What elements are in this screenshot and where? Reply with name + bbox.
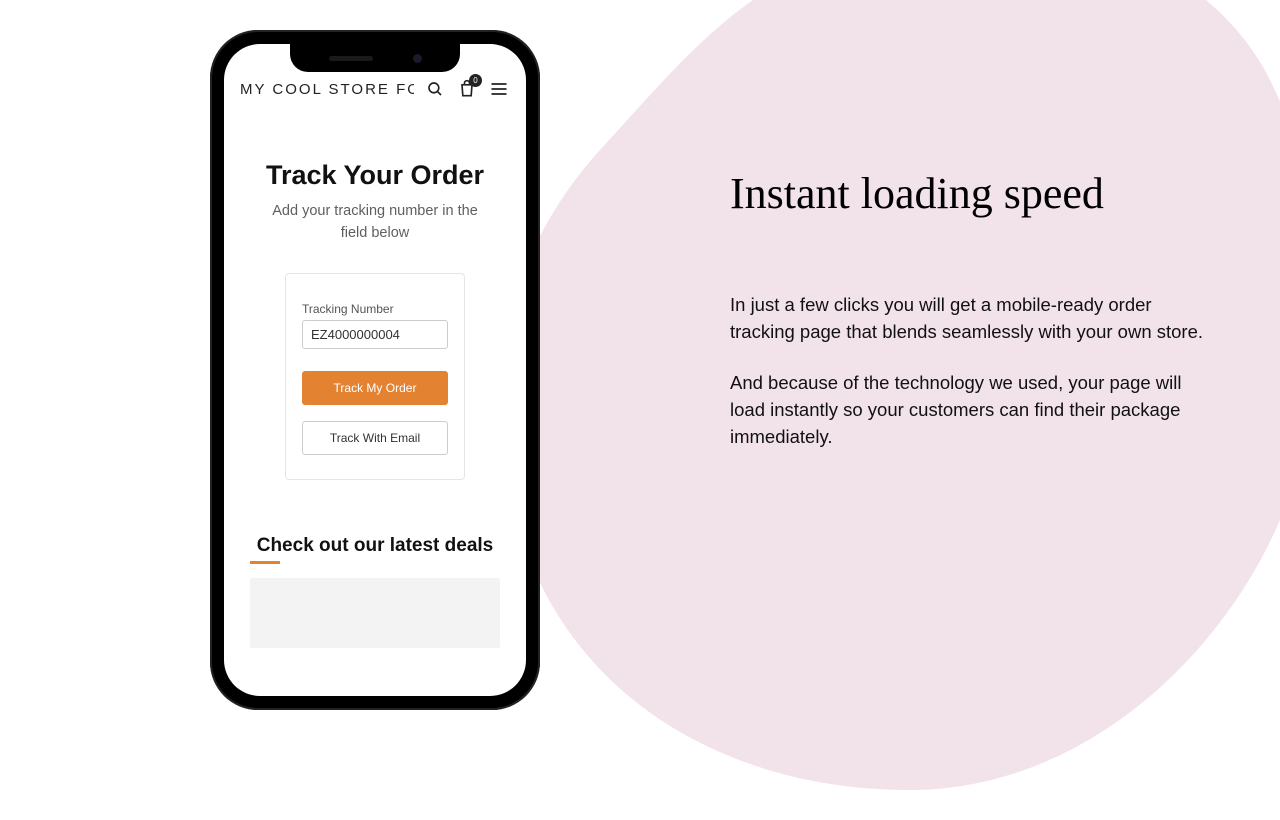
track-with-email-button[interactable]: Track With Email <box>302 421 448 455</box>
phone-mockup: MY COOL STORE FOR 0 Track Your Order Add… <box>210 30 540 710</box>
latest-deals-heading: Check out our latest deals <box>224 534 526 558</box>
marketing-paragraph-1: In just a few clicks you will get a mobi… <box>730 292 1210 346</box>
track-order-subtitle: Add your tracking number in the field be… <box>224 201 526 245</box>
search-icon[interactable] <box>424 78 446 100</box>
hamburger-menu-icon[interactable] <box>488 78 510 100</box>
marketing-copy: Instant loading speed In just a few clic… <box>730 170 1210 450</box>
accent-underline <box>250 561 280 564</box>
store-name: MY COOL STORE FOR <box>240 81 414 98</box>
track-order-heading: Track Your Order <box>224 160 526 191</box>
cart-icon[interactable]: 0 <box>456 78 478 100</box>
cart-badge: 0 <box>469 74 482 87</box>
tracking-number-label: Tracking Number <box>302 302 448 316</box>
tracking-form-card: Tracking Number Track My Order Track Wit… <box>285 273 465 480</box>
deal-placeholder-card <box>250 578 500 648</box>
phone-notch <box>290 44 460 72</box>
track-order-button[interactable]: Track My Order <box>302 371 448 405</box>
tracking-number-input[interactable] <box>302 320 448 349</box>
marketing-paragraph-2: And because of the technology we used, y… <box>730 370 1210 450</box>
marketing-headline: Instant loading speed <box>730 170 1210 218</box>
